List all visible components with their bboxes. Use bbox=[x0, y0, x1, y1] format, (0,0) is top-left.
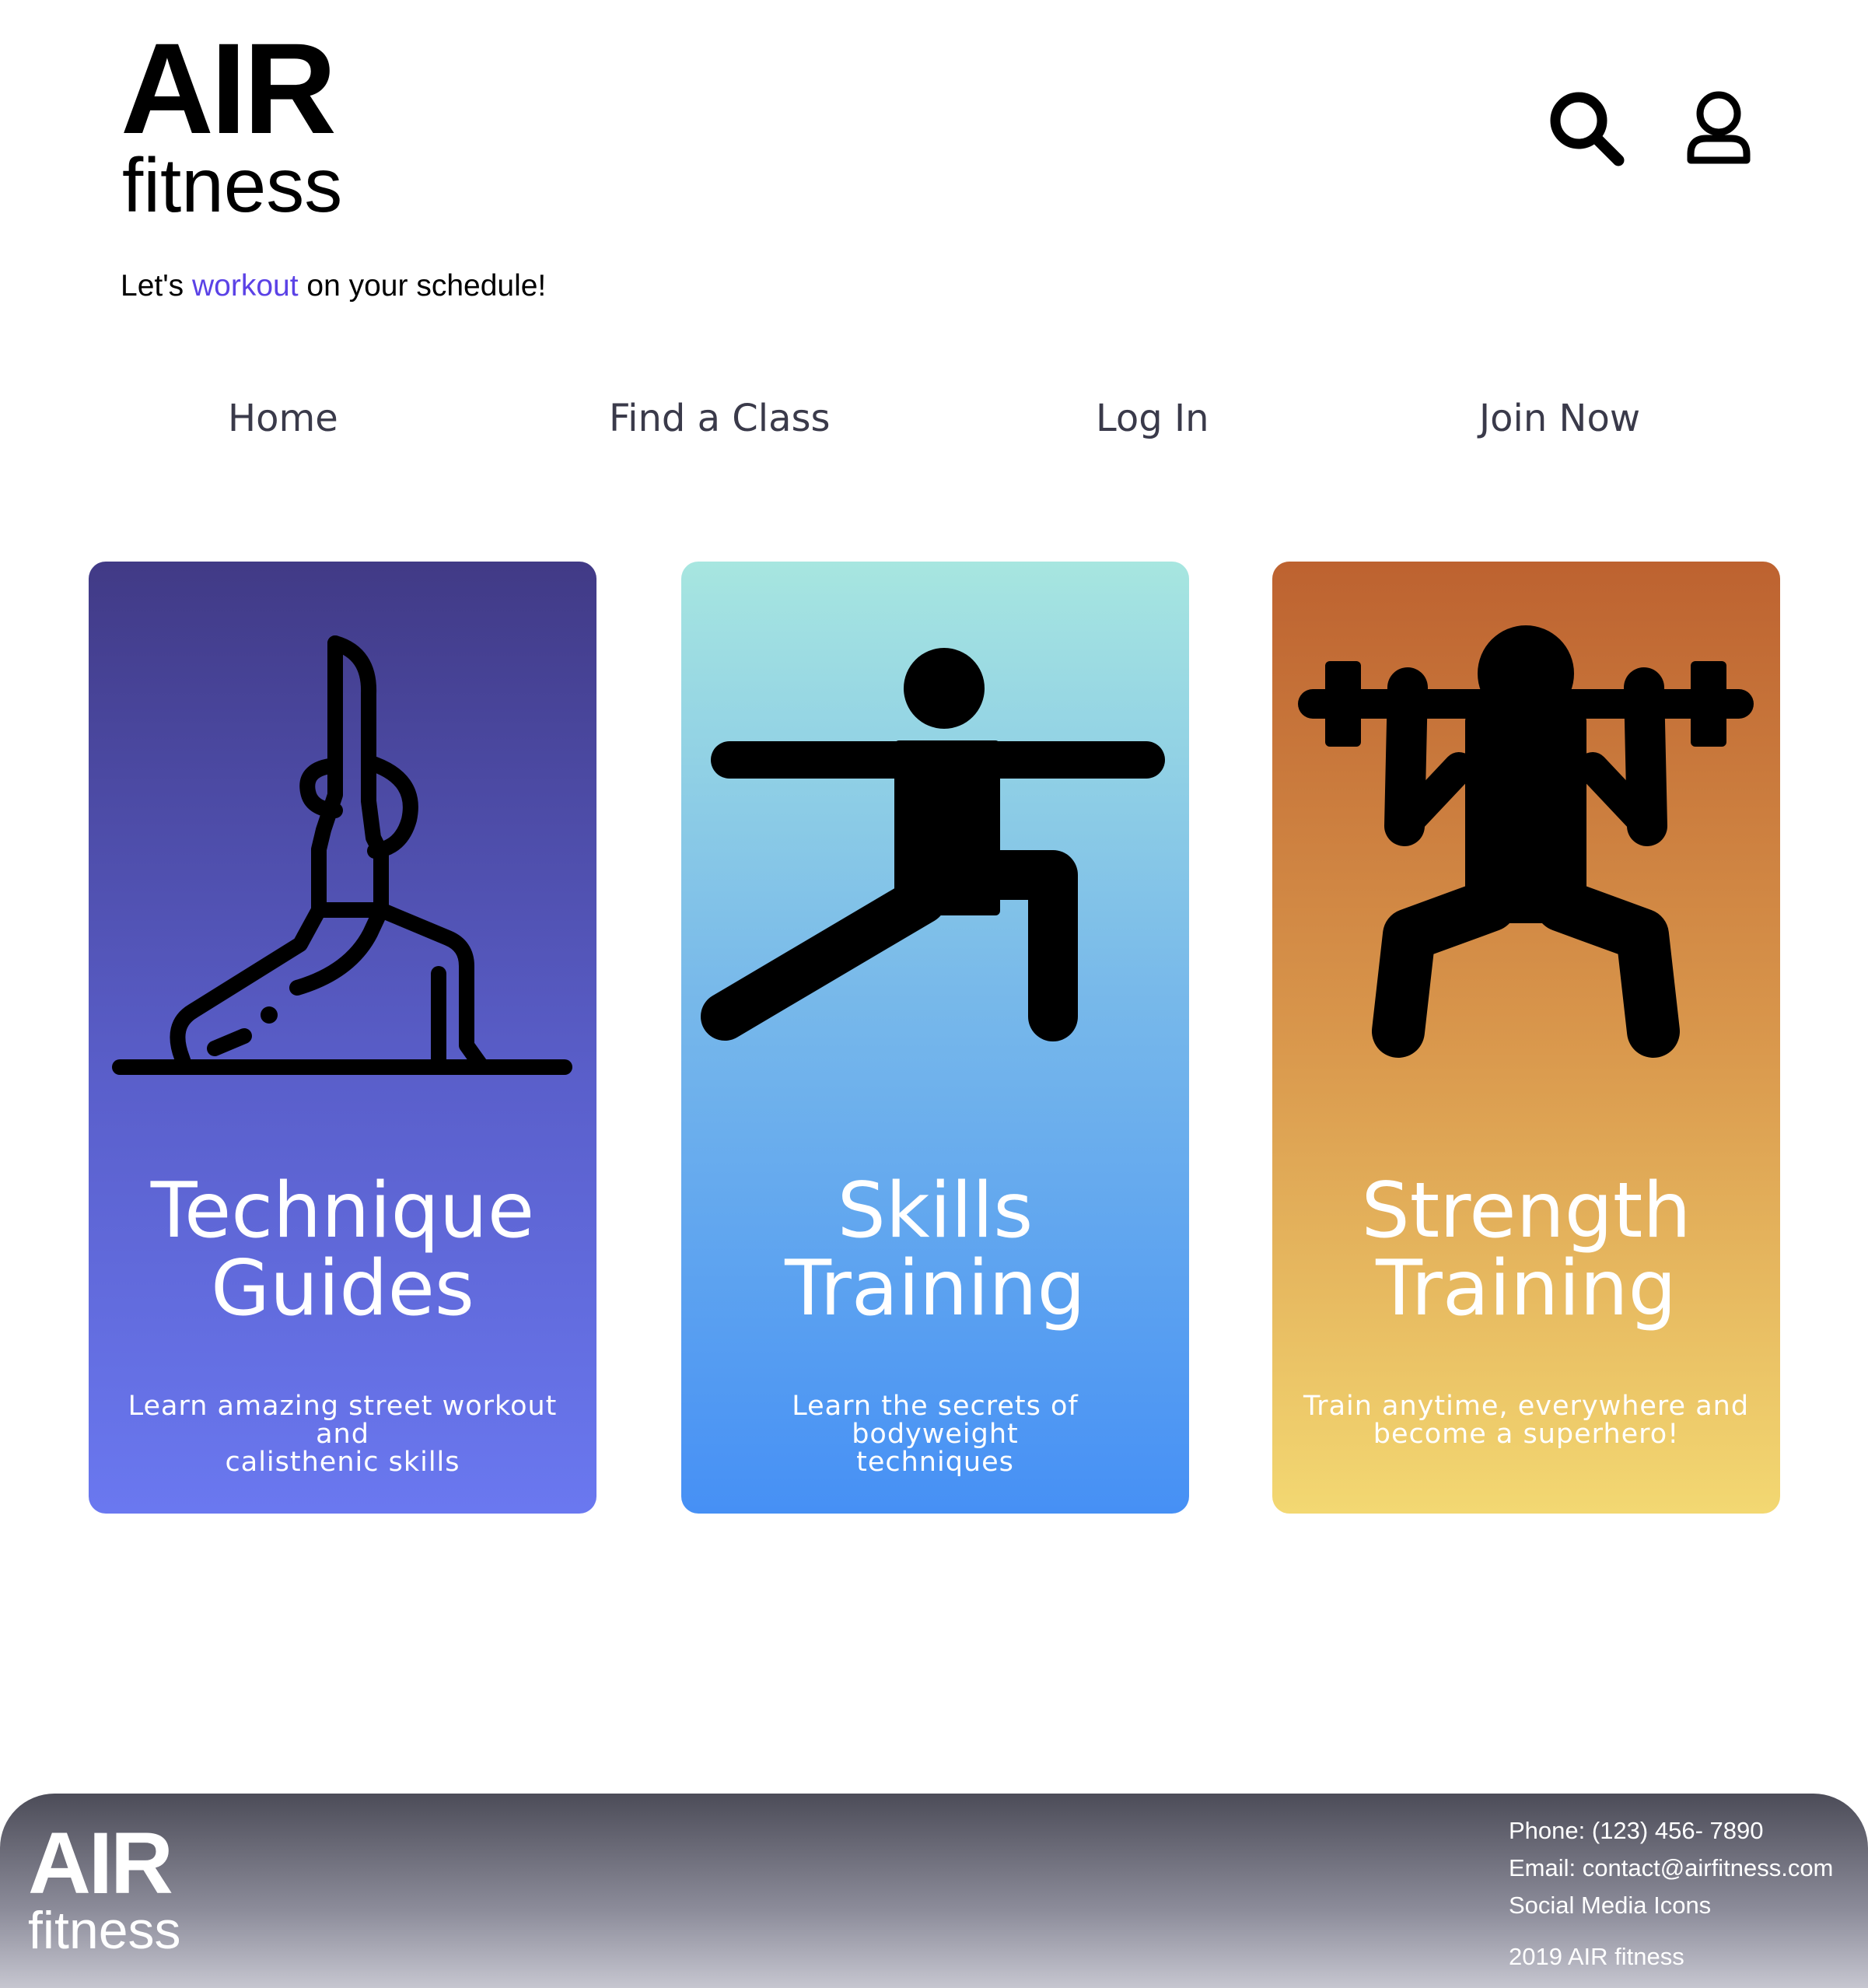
card-title: Skills Training bbox=[681, 1172, 1189, 1328]
search-icon[interactable] bbox=[1544, 86, 1629, 171]
footer-social-media[interactable]: Social Media Icons bbox=[1509, 1887, 1833, 1924]
nav-log-in[interactable]: Log In bbox=[1096, 397, 1209, 440]
logo-fitness-text: fitness bbox=[122, 142, 343, 228]
card-technique-guides[interactable]: Technique Guides Learn amazing street wo… bbox=[89, 562, 596, 1514]
main-nav: Home Find a Class Log In Join Now bbox=[0, 397, 1868, 451]
nav-home[interactable]: Home bbox=[228, 397, 338, 440]
site-logo[interactable]: AIR fitness bbox=[121, 17, 343, 228]
footer-logo-air-text: AIR bbox=[28, 1815, 173, 1912]
card-description-line: Learn the secrets of bodyweight bbox=[792, 1391, 1079, 1450]
card-description: Learn amazing street workout and calisth… bbox=[112, 1392, 573, 1476]
nav-find-a-class[interactable]: Find a Class bbox=[609, 397, 831, 440]
user-icon[interactable] bbox=[1680, 86, 1765, 171]
weightlifter-icon bbox=[1298, 625, 1754, 1058]
footer-logo[interactable]: AIR fitness bbox=[28, 1815, 181, 1960]
yoga-pose-icon bbox=[112, 635, 572, 1075]
card-description-line: techniques bbox=[856, 1447, 1014, 1478]
logo-air-text: AIR bbox=[121, 17, 337, 161]
card-title-line: Skills bbox=[837, 1167, 1034, 1255]
card-description-line: Learn amazing street workout and bbox=[128, 1391, 558, 1450]
card-skills-training[interactable]: Skills Training Learn the secrets of bod… bbox=[681, 562, 1189, 1514]
tagline-before: Let's bbox=[121, 269, 192, 303]
card-description: Learn the secrets of bodyweight techniqu… bbox=[705, 1392, 1166, 1476]
card-description: Train anytime, everywhere and become a s… bbox=[1296, 1392, 1757, 1448]
footer-phone[interactable]: Phone: (123) 456- 7890 bbox=[1509, 1812, 1833, 1850]
card-title: Technique Guides bbox=[89, 1172, 596, 1328]
card-title-line: Guides bbox=[211, 1244, 474, 1333]
tagline: Let's workout on your schedule! bbox=[121, 268, 546, 305]
card-title-line: Technique bbox=[150, 1167, 535, 1255]
footer-copyright: 2019 AIR fitness bbox=[1509, 1943, 1684, 1970]
card-title: Strength Training bbox=[1272, 1172, 1780, 1328]
card-strength-training[interactable]: Strength Training Train anytime, everywh… bbox=[1272, 562, 1780, 1514]
card-title-line: Training bbox=[785, 1244, 1086, 1333]
card-title-line: Training bbox=[1376, 1244, 1677, 1333]
lunge-stretch-icon bbox=[701, 648, 1165, 1041]
card-description-line: become a superhero! bbox=[1373, 1419, 1680, 1450]
footer: AIR fitness Phone: (123) 456- 7890 Email… bbox=[0, 1794, 1868, 1988]
footer-contact: Phone: (123) 456- 7890 Email: contact@ai… bbox=[1509, 1812, 1833, 1924]
card-description-line: calisthenic skills bbox=[225, 1447, 460, 1478]
card-description-line: Train anytime, everywhere and bbox=[1303, 1391, 1750, 1422]
nav-join-now[interactable]: Join Now bbox=[1479, 397, 1640, 440]
card-title-line: Strength bbox=[1361, 1167, 1691, 1255]
tagline-after: on your schedule! bbox=[298, 269, 547, 303]
footer-email[interactable]: Email: contact@airfitness.com bbox=[1509, 1850, 1833, 1887]
footer-logo-fitness-text: fitness bbox=[28, 1901, 181, 1960]
tagline-accent: workout bbox=[192, 269, 299, 303]
